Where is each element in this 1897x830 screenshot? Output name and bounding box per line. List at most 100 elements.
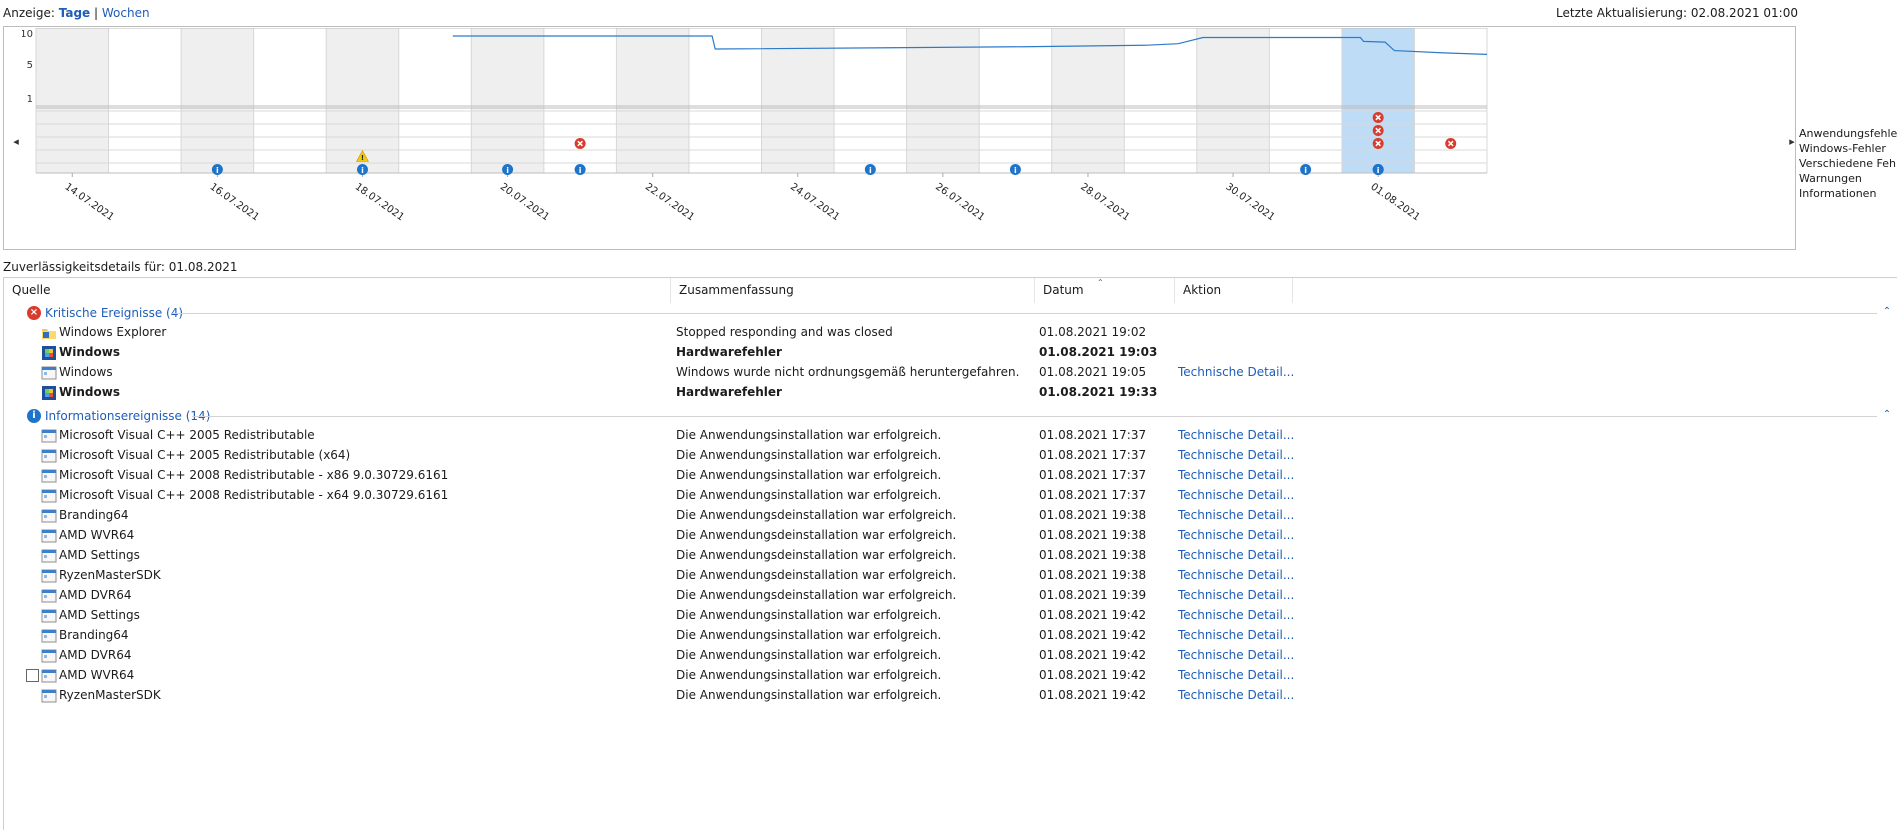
critical-row[interactable]: Windows Hardwarefehler 01.08.2021 19:33 bbox=[4, 383, 1897, 403]
collapse-info-icon[interactable]: ⌃ bbox=[1881, 409, 1893, 421]
critical-summary: Hardwarefehler bbox=[676, 345, 782, 359]
technical-details-link[interactable]: Technische Detail... bbox=[1178, 608, 1294, 622]
info-row[interactable]: Branding64 Die Anwendungsdeinstallation w… bbox=[4, 506, 1897, 526]
x-tick-label: 20.07.2021 bbox=[498, 181, 551, 223]
info-date: 01.08.2021 19:38 bbox=[1039, 508, 1147, 522]
technical-details-link[interactable]: Technische Detail... bbox=[1178, 568, 1294, 582]
info-summary: Die Anwendungsinstallation war erfolgrei… bbox=[676, 488, 942, 502]
y-tick-label: 5 bbox=[27, 60, 33, 71]
header-summary[interactable]: Zusammenfassung bbox=[671, 278, 1035, 303]
header-action[interactable]: Aktion bbox=[1175, 278, 1293, 303]
info-icon-letter: i bbox=[1377, 166, 1380, 175]
info-source: AMD WVR64 bbox=[59, 668, 135, 682]
chart-day-column bbox=[543, 28, 617, 173]
x-tick-label: 28.07.2021 bbox=[1078, 181, 1131, 223]
technical-details-link[interactable]: Technische Detail... bbox=[1178, 628, 1294, 642]
installer-icon bbox=[41, 629, 57, 643]
info-summary: Die Anwendungsinstallation war erfolgrei… bbox=[676, 468, 942, 482]
info-icon-letter: i bbox=[1014, 166, 1017, 175]
collapse-critical-icon[interactable]: ⌃ bbox=[1881, 306, 1893, 318]
info-icon-letter: i bbox=[361, 166, 364, 175]
info-row[interactable]: Microsoft Visual C++ 2005 Redistributabl… bbox=[4, 446, 1897, 466]
info-row[interactable]: Microsoft Visual C++ 2008 Redistributabl… bbox=[4, 486, 1897, 506]
last-update-label: Letzte Aktualisierung: 02.08.2021 01:00 bbox=[1556, 6, 1798, 20]
installer-icon bbox=[41, 429, 57, 443]
chart-day-column bbox=[1269, 28, 1342, 173]
info-row[interactable]: AMD DVR64 Die Anwendungsdeinstallation wa… bbox=[4, 586, 1897, 606]
technical-details-link[interactable]: Technische Detail... bbox=[1178, 365, 1294, 379]
view-days-link[interactable]: Tage bbox=[59, 6, 90, 20]
header-source[interactable]: Quelle bbox=[4, 278, 671, 303]
info-source: Microsoft Visual C++ 2005 Redistributabl… bbox=[59, 428, 315, 442]
info-group-divider bbox=[192, 416, 1877, 417]
info-row[interactable]: AMD WVR64 Die Anwendungsdeinstallation wa… bbox=[4, 526, 1897, 546]
info-row[interactable]: RyzenMasterSDK Die Anwendungsdeinstallati… bbox=[4, 566, 1897, 586]
info-date: 01.08.2021 19:42 bbox=[1039, 628, 1147, 642]
info-events-title: Informationsereignisse (14) bbox=[45, 409, 211, 423]
installer-icon bbox=[41, 569, 57, 583]
info-date: 01.08.2021 17:37 bbox=[1039, 488, 1147, 502]
info-row[interactable]: Microsoft Visual C++ 2005 Redistributabl… bbox=[4, 426, 1897, 446]
info-row[interactable]: Microsoft Visual C++ 2008 Redistributabl… bbox=[4, 466, 1897, 486]
critical-row[interactable]: Windows Windows wurde nicht ordnungsgemä… bbox=[4, 363, 1897, 383]
critical-date: 01.08.2021 19:02 bbox=[1039, 325, 1147, 339]
legend-information: Informationen bbox=[1799, 187, 1877, 200]
info-source: AMD DVR64 bbox=[59, 648, 132, 662]
info-row[interactable]: RyzenMasterSDK Die Anwendungsinstallation… bbox=[4, 686, 1897, 706]
technical-details-link[interactable]: Technische Detail... bbox=[1178, 508, 1294, 522]
info-row[interactable]: AMD Settings Die Anwendungsinstallation w… bbox=[4, 606, 1897, 626]
top-bar: Anzeige: Tage | Wochen Letzte Aktualisie… bbox=[0, 0, 1897, 25]
critical-events-title: Kritische Ereignisse (4) bbox=[45, 306, 184, 320]
warning-icon-mark: ! bbox=[361, 154, 364, 162]
info-date: 01.08.2021 19:38 bbox=[1039, 548, 1147, 562]
info-events-group[interactable]: i Informationsereignisse (14) ⌃ bbox=[4, 406, 1897, 426]
technical-details-link[interactable]: Technische Detail... bbox=[1178, 488, 1294, 502]
chart-scroll-left-icon[interactable]: ◂ bbox=[11, 134, 21, 150]
info-summary: Die Anwendungsdeinstallation war erfolgr… bbox=[676, 588, 957, 602]
chart-day-column bbox=[688, 28, 762, 173]
critical-row[interactable]: Windows Explorer Stopped responding and … bbox=[4, 323, 1897, 343]
info-icon-letter: i bbox=[1304, 166, 1307, 175]
chart-day-column bbox=[761, 28, 835, 173]
technical-details-link[interactable]: Technische Detail... bbox=[1178, 448, 1294, 462]
info-summary: Die Anwendungsinstallation war erfolgrei… bbox=[676, 668, 942, 682]
windows-shield-icon bbox=[42, 386, 56, 400]
x-tick-label: 18.07.2021 bbox=[353, 181, 406, 223]
y-tick-label: 1 bbox=[27, 94, 33, 105]
critical-source: Windows Explorer bbox=[59, 325, 167, 339]
chart-day-column bbox=[1124, 28, 1197, 173]
info-date: 01.08.2021 19:42 bbox=[1039, 668, 1147, 682]
info-row[interactable]: AMD WVR64 Die Anwendungsinstallation war … bbox=[4, 666, 1897, 686]
events-table: Quelle Zusammenfassung Datum Aktion ⌃ × … bbox=[3, 277, 1897, 830]
header-date[interactable]: Datum bbox=[1035, 278, 1175, 303]
technical-details-link[interactable]: Technische Detail... bbox=[1178, 428, 1294, 442]
technical-details-link[interactable]: Technische Detail... bbox=[1178, 668, 1294, 682]
info-row[interactable]: AMD DVR64 Die Anwendungsinstallation war … bbox=[4, 646, 1897, 666]
info-summary: Die Anwendungsinstallation war erfolgrei… bbox=[676, 688, 942, 702]
critical-row[interactable]: Windows Hardwarefehler 01.08.2021 19:03 bbox=[4, 343, 1897, 363]
x-tick-label: 14.07.2021 bbox=[63, 181, 116, 223]
x-tick-label: 22.07.2021 bbox=[643, 181, 696, 223]
chart-day-column bbox=[616, 28, 689, 173]
installer-icon bbox=[41, 649, 57, 663]
technical-details-link[interactable]: Technische Detail... bbox=[1178, 688, 1294, 702]
technical-details-link[interactable]: Technische Detail... bbox=[1178, 648, 1294, 662]
technical-details-link[interactable]: Technische Detail... bbox=[1178, 548, 1294, 562]
view-weeks-link[interactable]: Wochen bbox=[102, 6, 150, 20]
info-summary: Die Anwendungsdeinstallation war erfolgr… bbox=[676, 568, 957, 582]
row-checkbox[interactable] bbox=[26, 669, 39, 682]
table-header: Quelle Zusammenfassung Datum Aktion ⌃ bbox=[4, 278, 1897, 303]
x-tick-label: 16.07.2021 bbox=[208, 181, 261, 223]
installer-icon bbox=[41, 489, 57, 503]
info-row[interactable]: Branding64 Die Anwendungsinstallation war… bbox=[4, 626, 1897, 646]
info-summary: Die Anwendungsdeinstallation war erfolgr… bbox=[676, 548, 957, 562]
info-row[interactable]: AMD Settings Die Anwendungsdeinstallation… bbox=[4, 546, 1897, 566]
chart-day-column bbox=[1341, 28, 1415, 173]
view-separator: | bbox=[94, 6, 99, 20]
legend-windows-errors: Windows-Fehler bbox=[1799, 142, 1886, 155]
technical-details-link[interactable]: Technische Detail... bbox=[1178, 588, 1294, 602]
technical-details-link[interactable]: Technische Detail... bbox=[1178, 528, 1294, 542]
chart-scroll-right-icon[interactable]: ▸ bbox=[1787, 134, 1797, 150]
technical-details-link[interactable]: Technische Detail... bbox=[1178, 468, 1294, 482]
critical-events-group[interactable]: × Kritische Ereignisse (4) ⌃ bbox=[4, 303, 1897, 323]
